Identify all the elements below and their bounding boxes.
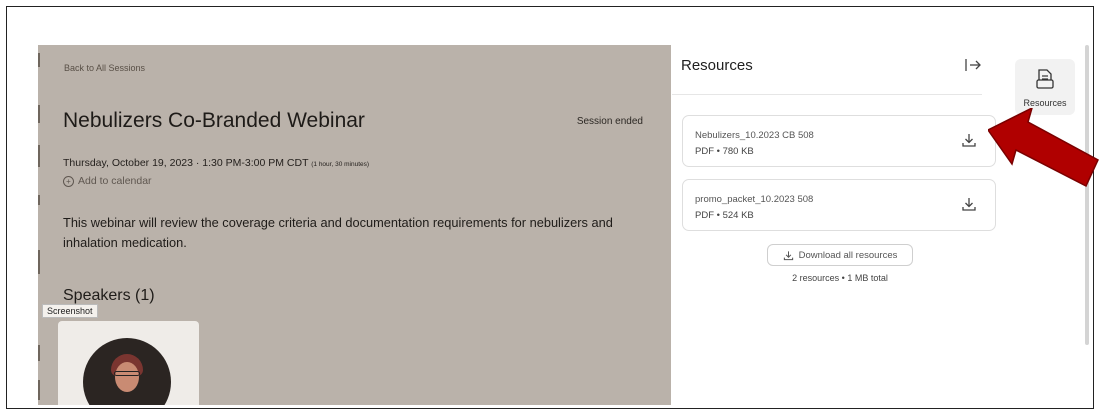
- resources-rail-label: Resources: [1023, 98, 1067, 108]
- download-all-label: Download all resources: [798, 249, 898, 261]
- download-icon[interactable]: [961, 132, 977, 148]
- resources-summary: 2 resources • 1 MB total: [792, 273, 888, 283]
- session-duration: (1 hour, 30 minutes): [311, 161, 370, 168]
- session-title: Nebulizers Co-Branded Webinar: [63, 109, 365, 132]
- back-to-sessions-link[interactable]: Back to All Sessions: [64, 63, 145, 73]
- edge-marks: [38, 45, 41, 405]
- download-icon[interactable]: [961, 196, 977, 212]
- session-datetime: Thursday, October 19, 2023 · 1:30 PM-3:0…: [63, 157, 369, 169]
- session-panel: Back to All Sessions Nebulizers Co-Brand…: [38, 45, 671, 405]
- download-all-button[interactable]: Download all resources: [767, 244, 913, 266]
- collapse-panel-icon[interactable]: [964, 57, 982, 73]
- download-icon: [783, 250, 793, 260]
- document-icon: [1036, 69, 1054, 89]
- session-description: This webinar will review the coverage cr…: [63, 215, 613, 250]
- screenshot-tooltip: Screenshot: [42, 304, 98, 318]
- resource-file-card[interactable]: Nebulizers_10.2023 CB 508 PDF • 780 KB: [682, 115, 996, 167]
- speakers-heading: Speakers (1): [63, 287, 155, 304]
- add-to-calendar-label: Add to calendar: [78, 175, 152, 187]
- speaker-avatar: [83, 338, 171, 405]
- resources-title: Resources: [681, 57, 753, 74]
- event-page: Back to All Sessions Nebulizers Co-Brand…: [38, 45, 1090, 405]
- session-date-time: Thursday, October 19, 2023 · 1:30 PM-3:0…: [63, 157, 309, 169]
- speaker-card[interactable]: [58, 321, 199, 405]
- file-meta: PDF • 524 KB: [695, 210, 754, 221]
- scrollbar[interactable]: [1085, 45, 1089, 345]
- resources-divider: [672, 94, 982, 95]
- screenshot-frame: Back to All Sessions Nebulizers Co-Brand…: [6, 6, 1094, 409]
- plus-circle-icon: +: [63, 175, 74, 187]
- red-arrow-annotation: [988, 108, 1099, 188]
- session-status: Session ended: [576, 116, 643, 127]
- resources-panel: Resources Nebulizers_10.2023 CB 508 PDF …: [672, 45, 996, 405]
- resource-file-card[interactable]: promo_packet_10.2023 508 PDF • 524 KB: [682, 179, 996, 231]
- file-name: promo_packet_10.2023 508: [695, 194, 814, 205]
- file-meta: PDF • 780 KB: [695, 146, 754, 157]
- resources-rail-button[interactable]: Resources: [1015, 59, 1075, 115]
- file-name: Nebulizers_10.2023 CB 508: [695, 130, 814, 141]
- add-to-calendar-link[interactable]: + Add to calendar: [63, 175, 152, 187]
